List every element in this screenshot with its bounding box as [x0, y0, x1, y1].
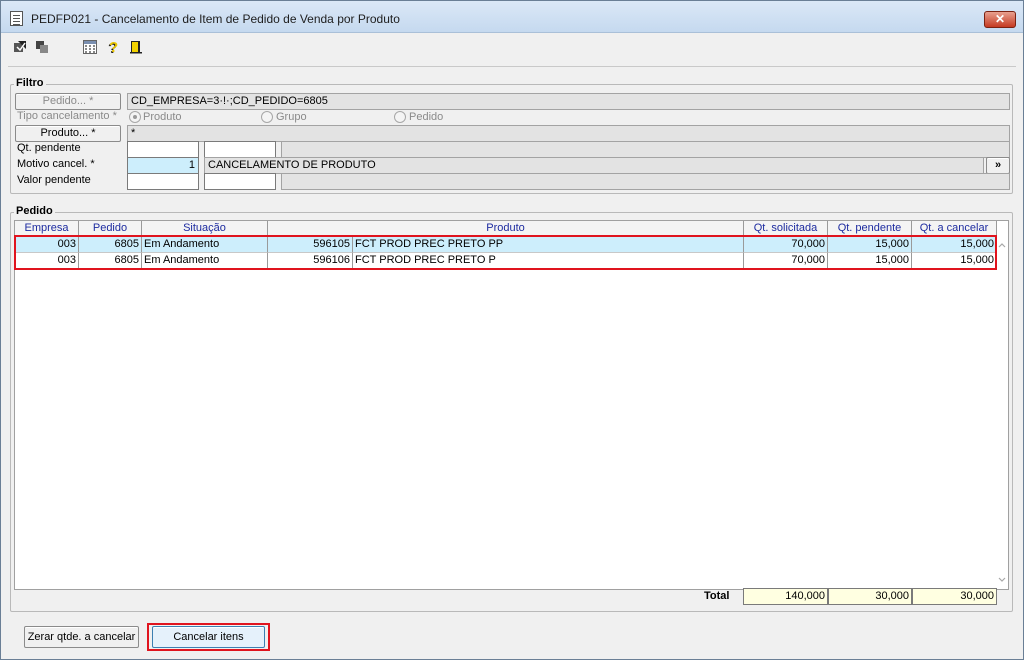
rows-highlight-box: [14, 235, 997, 270]
qt-pendente-to-input[interactable]: [204, 141, 276, 158]
exit-door-icon[interactable]: [129, 40, 143, 54]
qt-pendente-label: Qt. pendente: [17, 142, 81, 154]
toolbar: ? ?: [1, 34, 1023, 62]
column-header-empresa[interactable]: Empresa: [15, 221, 79, 236]
confirm-icon[interactable]: [13, 40, 27, 54]
svg-text:?: ?: [109, 40, 118, 54]
clear-icon[interactable]: [35, 40, 49, 54]
column-header-situacao[interactable]: Situação: [142, 221, 268, 236]
column-header-produto[interactable]: Produto: [268, 221, 744, 236]
motivo-lookup-button[interactable]: »: [986, 157, 1010, 174]
app-window: PEDFP021 - Cancelamento de Item de Pedid…: [0, 0, 1024, 660]
valor-pendente-to-input[interactable]: [204, 173, 276, 190]
total-qt-cancelar: 30,000: [912, 588, 997, 605]
column-header-qt-cancelar[interactable]: Qt. a cancelar: [912, 221, 997, 236]
total-label: Total: [704, 590, 730, 602]
scroll-up-icon[interactable]: [998, 242, 1006, 248]
qt-pendente-from-input[interactable]: [127, 141, 199, 158]
valor-pendente-extra-field: [281, 173, 1010, 190]
calculator-icon[interactable]: [83, 40, 97, 54]
tipo-radio-grupo[interactable]: [261, 111, 273, 123]
pedido-lookup-button[interactable]: Pedido... *: [15, 93, 121, 110]
total-qt-solicitada: 140,000: [743, 588, 828, 605]
cancelar-itens-button[interactable]: Cancelar itens: [152, 626, 265, 648]
column-header-qt-solicitada[interactable]: Qt. solicitada: [744, 221, 828, 236]
pedido-field: CD_EMPRESA=3·!·;CD_PEDIDO=6805: [127, 93, 1010, 110]
tipo-radio-produto[interactable]: [129, 111, 141, 123]
document-icon: [10, 11, 23, 26]
motivo-cancel-label: Motivo cancel. *: [17, 158, 95, 170]
grid-header: Empresa Pedido Situação Produto Qt. soli…: [15, 221, 997, 236]
window-title: PEDFP021 - Cancelamento de Item de Pedid…: [31, 12, 400, 26]
zerar-qtde-button[interactable]: Zerar qtde. a cancelar: [24, 626, 139, 648]
tipo-radio-pedido[interactable]: [394, 111, 406, 123]
filtro-title: Filtro: [14, 77, 46, 89]
column-header-qt-pendente[interactable]: Qt. pendente: [828, 221, 912, 236]
tipo-radio-pedido-label: Pedido: [409, 111, 444, 123]
pedido-grid[interactable]: Empresa Pedido Situação Produto Qt. soli…: [14, 220, 1009, 590]
grid-vertical-scrollbar[interactable]: [996, 236, 1008, 589]
total-qt-pendente: 30,000: [828, 588, 912, 605]
scroll-down-icon[interactable]: [998, 577, 1006, 583]
tipo-cancelamento-label: Tipo cancelamento *: [17, 110, 117, 122]
pedido-title: Pedido: [14, 205, 55, 217]
tipo-radio-grupo-label: Grupo: [276, 111, 307, 123]
help-icon[interactable]: ? ?: [106, 40, 120, 54]
tipo-radio-produto-label: Produto: [143, 111, 182, 123]
close-button[interactable]: ✕: [984, 11, 1016, 28]
produto-field: *: [127, 125, 1010, 142]
produto-lookup-button[interactable]: Produto... *: [15, 125, 121, 142]
motivo-code-input[interactable]: 1: [127, 157, 199, 174]
valor-pendente-from-input[interactable]: [127, 173, 199, 190]
motivo-description-field: CANCELAMENTO DE PRODUTO: [204, 157, 984, 174]
valor-pendente-label: Valor pendente: [17, 174, 91, 186]
title-bar: PEDFP021 - Cancelamento de Item de Pedid…: [1, 1, 1023, 33]
column-header-pedido[interactable]: Pedido: [79, 221, 142, 236]
qt-pendente-extra-field: [281, 141, 1010, 158]
toolbar-divider: [8, 66, 1016, 67]
